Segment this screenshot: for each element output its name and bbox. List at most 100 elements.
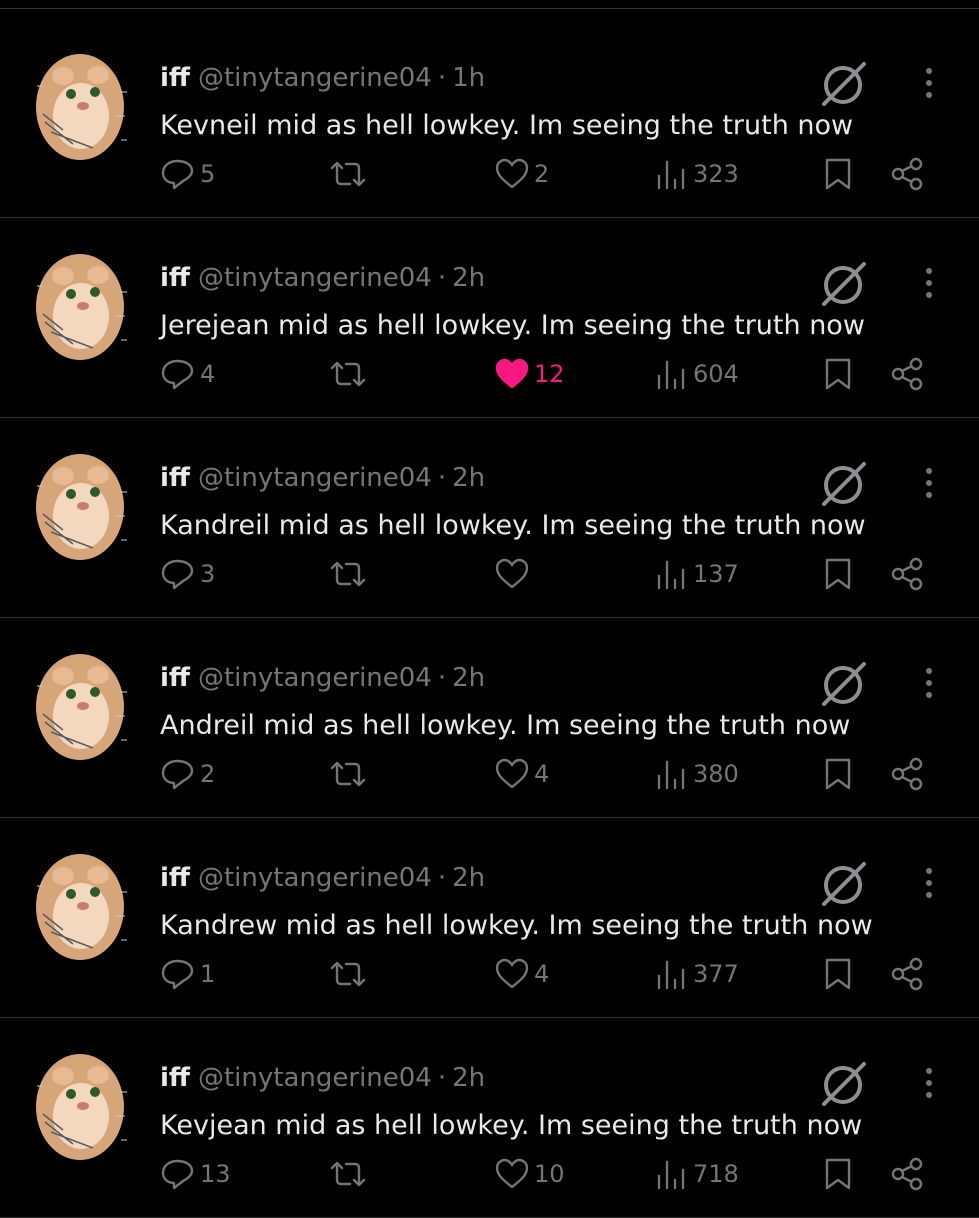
retweet-button[interactable] bbox=[328, 554, 372, 594]
retweet-button[interactable] bbox=[328, 754, 372, 794]
post-time[interactable]: 2h bbox=[452, 263, 485, 293]
views-button[interactable]: 323 bbox=[655, 154, 739, 194]
grok-icon[interactable] bbox=[818, 1060, 868, 1106]
views-count: 137 bbox=[693, 560, 739, 588]
reply-button[interactable]: 1 bbox=[160, 954, 215, 994]
post-text: Kandreil mid as hell lowkey. Im seeing t… bbox=[160, 510, 866, 541]
share-icon bbox=[891, 957, 923, 991]
post[interactable]: iff @tinytangerine04 · 2h Andreil mid as he… bbox=[0, 618, 979, 818]
more-vertical-icon[interactable] bbox=[915, 265, 943, 301]
bookmark-button[interactable] bbox=[822, 154, 854, 194]
share-button[interactable] bbox=[889, 954, 925, 994]
reply-button[interactable]: 2 bbox=[160, 754, 215, 794]
post-time[interactable]: 2h bbox=[452, 1063, 485, 1093]
separator-dot: · bbox=[437, 63, 447, 93]
post-time[interactable]: 1h bbox=[452, 63, 485, 93]
views-button[interactable]: 377 bbox=[655, 954, 739, 994]
more-vertical-icon[interactable] bbox=[915, 865, 943, 901]
reply-button[interactable]: 3 bbox=[160, 554, 215, 594]
separator-dot: · bbox=[437, 463, 447, 493]
bookmark-button[interactable] bbox=[822, 554, 854, 594]
author-name[interactable]: iff bbox=[160, 63, 190, 93]
reply-button[interactable]: 5 bbox=[160, 154, 215, 194]
share-button[interactable] bbox=[889, 1154, 925, 1194]
post-time[interactable]: 2h bbox=[452, 663, 485, 693]
more-vertical-icon[interactable] bbox=[915, 65, 943, 101]
retweet-button[interactable] bbox=[328, 1154, 372, 1194]
author-name[interactable]: iff bbox=[160, 663, 190, 693]
post-time[interactable]: 2h bbox=[452, 863, 485, 893]
share-button[interactable] bbox=[889, 354, 925, 394]
post-time[interactable]: 2h bbox=[452, 463, 485, 493]
author-handle[interactable]: @tinytangerine04 bbox=[198, 863, 432, 893]
avatar-hamster[interactable] bbox=[33, 1052, 129, 1162]
share-icon bbox=[891, 357, 923, 391]
grok-icon[interactable] bbox=[818, 60, 868, 106]
post[interactable]: iff @tinytangerine04 · 2h Kandreil mid as h… bbox=[0, 418, 979, 618]
like-count: 2 bbox=[534, 160, 550, 188]
heart-icon bbox=[495, 758, 529, 789]
avatar-hamster[interactable] bbox=[33, 852, 129, 962]
grok-icon[interactable] bbox=[818, 860, 868, 906]
avatar-hamster[interactable] bbox=[33, 252, 129, 362]
post-header: iff @tinytangerine04 · 2h bbox=[160, 860, 485, 896]
avatar-hamster[interactable] bbox=[33, 52, 129, 162]
views-count: 380 bbox=[693, 760, 739, 788]
avatar-hamster[interactable] bbox=[33, 452, 129, 562]
share-icon bbox=[891, 557, 923, 591]
like-button[interactable]: 12 bbox=[494, 354, 565, 394]
like-button[interactable]: 4 bbox=[494, 754, 549, 794]
like-button[interactable]: 2 bbox=[494, 154, 549, 194]
more-vertical-icon[interactable] bbox=[915, 465, 943, 501]
author-handle[interactable]: @tinytangerine04 bbox=[198, 663, 432, 693]
post[interactable]: iff @tinytangerine04 · 2h Jerejean mid as h… bbox=[0, 218, 979, 418]
bookmark-button[interactable] bbox=[822, 954, 854, 994]
bookmark-button[interactable] bbox=[822, 754, 854, 794]
views-button[interactable]: 380 bbox=[655, 754, 739, 794]
author-handle[interactable]: @tinytangerine04 bbox=[198, 463, 432, 493]
author-name[interactable]: iff bbox=[160, 863, 190, 893]
reply-icon bbox=[161, 959, 194, 990]
post[interactable]: iff @tinytangerine04 · 2h Kandrew mid as he… bbox=[0, 818, 979, 1018]
like-button[interactable] bbox=[494, 554, 534, 594]
more-vertical-icon[interactable] bbox=[915, 1065, 943, 1101]
grok-icon[interactable] bbox=[818, 460, 868, 506]
retweet-button[interactable] bbox=[328, 954, 372, 994]
grok-icon[interactable] bbox=[818, 660, 868, 706]
post[interactable]: iff @tinytangerine04 · 2h Kevjean mid as he… bbox=[0, 1018, 979, 1218]
share-button[interactable] bbox=[889, 154, 925, 194]
like-button[interactable]: 4 bbox=[494, 954, 549, 994]
retweet-button[interactable] bbox=[328, 154, 372, 194]
views-button[interactable]: 718 bbox=[655, 1154, 739, 1194]
views-button[interactable]: 604 bbox=[655, 354, 739, 394]
author-name[interactable]: iff bbox=[160, 1063, 190, 1093]
like-count: 4 bbox=[534, 960, 550, 988]
separator-dot: · bbox=[437, 863, 447, 893]
grok-icon[interactable] bbox=[818, 260, 868, 306]
retweet-icon bbox=[330, 161, 366, 187]
author-name[interactable]: iff bbox=[160, 263, 190, 293]
more-vertical-icon[interactable] bbox=[915, 665, 943, 701]
author-handle[interactable]: @tinytangerine04 bbox=[198, 1063, 432, 1093]
reply-count: 1 bbox=[200, 960, 216, 988]
heart-icon bbox=[495, 358, 529, 389]
bookmark-button[interactable] bbox=[822, 354, 854, 394]
bookmark-button[interactable] bbox=[822, 1154, 854, 1194]
reply-button[interactable]: 4 bbox=[160, 354, 215, 394]
views-bar-chart-icon bbox=[657, 960, 685, 990]
like-button[interactable]: 10 bbox=[494, 1154, 565, 1194]
author-handle[interactable]: @tinytangerine04 bbox=[198, 263, 432, 293]
post-header: iff @tinytangerine04 · 2h bbox=[160, 1060, 485, 1096]
share-button[interactable] bbox=[889, 554, 925, 594]
reply-button[interactable]: 13 bbox=[160, 1154, 231, 1194]
author-handle[interactable]: @tinytangerine04 bbox=[198, 63, 432, 93]
bookmark-icon bbox=[825, 1158, 851, 1190]
views-button[interactable]: 137 bbox=[655, 554, 739, 594]
share-button[interactable] bbox=[889, 754, 925, 794]
avatar-hamster[interactable] bbox=[33, 652, 129, 762]
post-text: Jerejean mid as hell lowkey. Im seeing t… bbox=[160, 310, 865, 341]
post[interactable]: iff @tinytangerine04 · 1h Kevneil mid as he… bbox=[0, 18, 979, 218]
retweet-button[interactable] bbox=[328, 354, 372, 394]
post-header: iff @tinytangerine04 · 1h bbox=[160, 60, 485, 96]
author-name[interactable]: iff bbox=[160, 463, 190, 493]
